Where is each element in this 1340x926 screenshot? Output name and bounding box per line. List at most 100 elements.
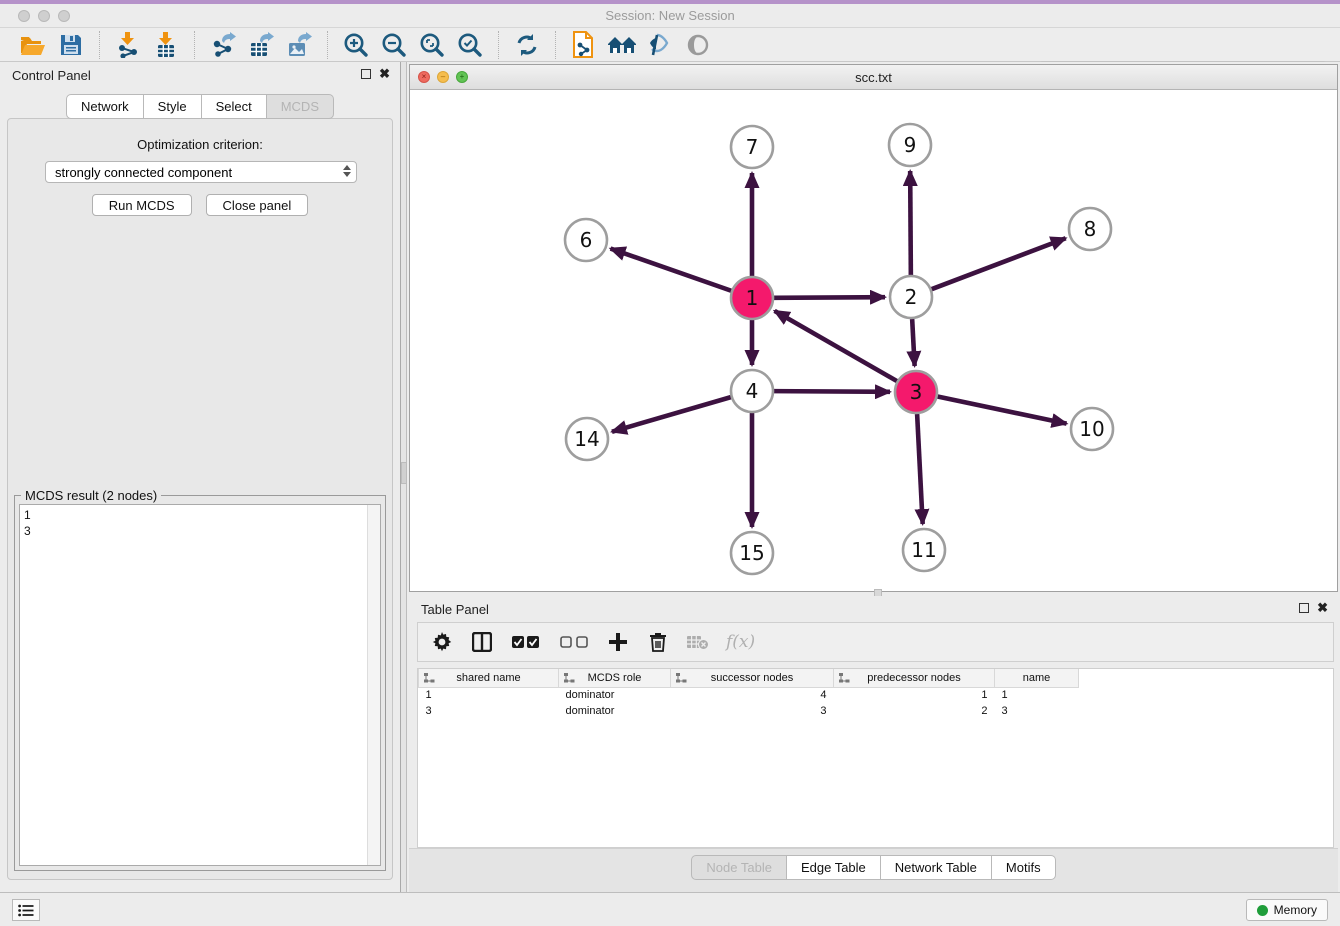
node-label-9: 9 xyxy=(904,133,917,157)
node-table-body: 1dominator4113dominator323 xyxy=(419,687,1093,719)
table-panel: Table Panel ✖ xyxy=(409,596,1338,892)
table-row[interactable]: 1dominator411 xyxy=(419,687,1093,703)
control-panel-tabbar: NetworkStyleSelectMCDS xyxy=(0,94,400,119)
add-row-icon[interactable] xyxy=(606,630,630,654)
memory-button[interactable]: Memory xyxy=(1246,899,1328,921)
network-graph-svg: 7968124314101511 xyxy=(410,91,1337,591)
gear-icon[interactable] xyxy=(430,630,454,654)
delete-table-icon xyxy=(686,630,710,654)
column-header-MCDS-role[interactable]: MCDS role xyxy=(559,669,671,687)
main-toolbar xyxy=(0,28,1340,62)
column-type-icon xyxy=(839,673,850,686)
refresh-icon[interactable] xyxy=(512,31,542,59)
node-table-header: shared nameMCDS rolesuccessor nodesprede… xyxy=(419,669,1093,687)
optimization-criterion-label: Optimization criterion: xyxy=(8,137,392,152)
split-columns-icon[interactable] xyxy=(470,630,494,654)
node-table[interactable]: shared nameMCDS rolesuccessor nodesprede… xyxy=(417,668,1334,848)
trash-icon[interactable] xyxy=(646,630,670,654)
table-toolbar: f(x) xyxy=(417,622,1334,662)
toolbar-separator xyxy=(555,31,556,59)
column-type-icon xyxy=(676,673,687,686)
home-icon[interactable] xyxy=(607,31,637,59)
edge-1-2[interactable] xyxy=(774,297,885,298)
node-label-7: 7 xyxy=(746,135,759,159)
tab-mcds[interactable]: MCDS xyxy=(267,94,334,119)
node-label-6: 6 xyxy=(580,228,593,252)
zoom-selected-icon[interactable] xyxy=(455,31,485,59)
edge-3-1[interactable] xyxy=(775,311,897,381)
node-label-8: 8 xyxy=(1084,217,1097,241)
select-all-icon[interactable] xyxy=(510,630,542,654)
edge-2-8[interactable] xyxy=(932,238,1066,289)
bird-view-icon[interactable] xyxy=(683,31,713,59)
edge-2-3[interactable] xyxy=(912,319,914,366)
column-type-icon xyxy=(424,673,435,686)
deselect-all-icon[interactable] xyxy=(558,630,590,654)
optimization-criterion-select[interactable]: strongly connected component xyxy=(45,161,357,183)
mcds-result-scrollbar[interactable] xyxy=(367,505,380,865)
node-label-4: 4 xyxy=(746,379,759,403)
run-mcds-button[interactable]: Run MCDS xyxy=(92,194,192,216)
tab-edge-table[interactable]: Edge Table xyxy=(787,855,881,880)
edge-4-14[interactable] xyxy=(612,397,731,432)
title-bar[interactable]: Session: New Session xyxy=(0,4,1340,28)
float-panel-icon[interactable] xyxy=(361,69,371,79)
mcds-result-group: MCDS result (2 nodes) 13 xyxy=(14,495,386,871)
edge-2-9[interactable] xyxy=(910,171,911,275)
table-panel-title: Table Panel xyxy=(421,602,489,617)
hide-annotations-icon[interactable] xyxy=(645,31,675,59)
close-panel-icon[interactable]: ✖ xyxy=(379,68,390,79)
toolbar-separator xyxy=(498,31,499,59)
import-table-icon[interactable] xyxy=(151,31,181,59)
zoom-in-icon[interactable] xyxy=(341,31,371,59)
window-title: Session: New Session xyxy=(0,8,1340,23)
tab-style[interactable]: Style xyxy=(144,94,202,119)
edge-3-10[interactable] xyxy=(938,397,1067,424)
network-from-selection-icon[interactable] xyxy=(569,31,599,59)
tab-select[interactable]: Select xyxy=(202,94,267,119)
network-window-titlebar[interactable]: × – + scc.txt xyxy=(410,65,1337,90)
mcds-result-lines: 13 xyxy=(24,507,376,539)
table-panel-tabbar: Node TableEdge TableNetwork TableMotifs xyxy=(409,855,1338,880)
node-label-14: 14 xyxy=(574,427,599,451)
export-table-icon[interactable] xyxy=(246,31,276,59)
right-area: × – + scc.txt 7968124314101511 Table Pan… xyxy=(407,62,1340,892)
export-image-icon[interactable] xyxy=(284,31,314,59)
network-window-title: scc.txt xyxy=(410,70,1337,85)
node-label-15: 15 xyxy=(739,541,764,565)
network-canvas[interactable]: 7968124314101511 xyxy=(410,91,1337,591)
edge-1-6[interactable] xyxy=(611,249,732,291)
toolbar-separator xyxy=(99,31,100,59)
node-label-11: 11 xyxy=(911,538,936,562)
task-history-button[interactable] xyxy=(12,899,40,921)
column-header-name[interactable]: name xyxy=(995,669,1079,687)
tab-network-table[interactable]: Network Table xyxy=(881,855,992,880)
close-table-panel-icon[interactable]: ✖ xyxy=(1317,602,1328,613)
edge-4-3[interactable] xyxy=(774,391,890,392)
zoom-fit-icon[interactable] xyxy=(417,31,447,59)
edge-3-11[interactable] xyxy=(917,414,923,524)
float-table-panel-icon[interactable] xyxy=(1299,603,1309,613)
close-panel-button[interactable]: Close panel xyxy=(206,194,309,216)
network-view-window[interactable]: × – + scc.txt 7968124314101511 xyxy=(409,64,1338,592)
folder-open-icon[interactable] xyxy=(18,31,48,59)
tab-node-table[interactable]: Node Table xyxy=(691,855,787,880)
zoom-out-icon[interactable] xyxy=(379,31,409,59)
column-header-predecessor-nodes[interactable]: predecessor nodes xyxy=(834,669,995,687)
tab-motifs[interactable]: Motifs xyxy=(992,855,1056,880)
control-panel-title: Control Panel xyxy=(12,68,91,83)
mcds-result-text[interactable]: 13 xyxy=(19,504,381,866)
save-floppy-icon[interactable] xyxy=(56,31,86,59)
table-row[interactable]: 3dominator323 xyxy=(419,703,1093,719)
memory-status-icon xyxy=(1257,905,1268,916)
toolbar-separator xyxy=(327,31,328,59)
node-label-1: 1 xyxy=(746,286,759,310)
column-header-successor-nodes[interactable]: successor nodes xyxy=(671,669,834,687)
tab-network[interactable]: Network xyxy=(66,94,144,119)
mcds-result-title: MCDS result (2 nodes) xyxy=(21,488,161,503)
control-panel: Control Panel ✖ NetworkStyleSelectMCDS O… xyxy=(0,62,401,892)
node-label-10: 10 xyxy=(1079,417,1104,441)
column-header-shared-name[interactable]: shared name xyxy=(419,669,559,687)
export-network-icon[interactable] xyxy=(208,31,238,59)
import-network-icon[interactable] xyxy=(113,31,143,59)
